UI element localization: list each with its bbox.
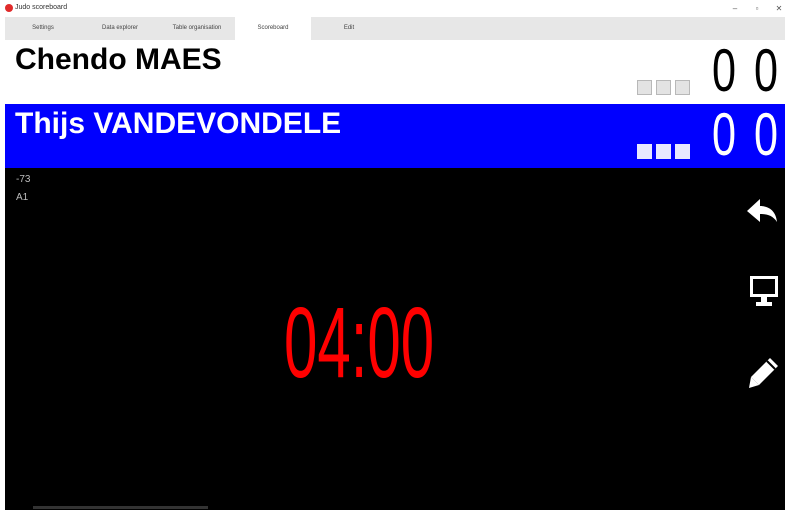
monitor-icon[interactable] bbox=[747, 274, 781, 308]
tab-data-explorer[interactable]: Data explorer bbox=[81, 17, 159, 40]
app-logo-icon bbox=[5, 4, 13, 12]
white-score-wazaari[interactable]: 0 bbox=[754, 38, 778, 104]
weight-category: -73 bbox=[16, 174, 31, 185]
blue-player-row: Thijs VANDEVONDELE 0 0 bbox=[5, 102, 785, 168]
minimize-button[interactable]: – bbox=[724, 2, 746, 15]
blue-score-wazaari[interactable]: 0 bbox=[754, 102, 778, 168]
white-penalty-box-2[interactable] bbox=[656, 80, 671, 95]
white-penalty-box-3[interactable] bbox=[675, 80, 690, 95]
bottom-divider bbox=[33, 506, 208, 509]
tab-scoreboard[interactable]: Scoreboard bbox=[235, 17, 311, 40]
tab-table-organisation[interactable]: Table organisation bbox=[159, 17, 235, 40]
pencil-icon[interactable] bbox=[747, 356, 781, 390]
blue-penalty-box-1[interactable] bbox=[637, 144, 652, 159]
tab-edit[interactable]: Edit bbox=[311, 17, 387, 40]
blue-score-ippon[interactable]: 0 bbox=[712, 102, 736, 168]
blue-penalty-box-2[interactable] bbox=[656, 144, 671, 159]
close-button[interactable]: ✕ bbox=[768, 2, 790, 15]
title-bar: Judo scoreboard – ▫ ✕ bbox=[0, 0, 790, 17]
white-player-row: Chendo MAES 0 0 bbox=[5, 38, 785, 104]
mat-label: A1 bbox=[16, 192, 29, 203]
window-title: Judo scoreboard bbox=[15, 4, 68, 11]
match-panel: -73 A1 04:00 bbox=[5, 168, 785, 510]
undo-icon[interactable] bbox=[745, 194, 779, 228]
white-player-name: Chendo MAES bbox=[15, 43, 222, 76]
white-score-ippon[interactable]: 0 bbox=[712, 38, 736, 104]
tab-settings[interactable]: Settings bbox=[5, 17, 81, 40]
white-penalty-box-1[interactable] bbox=[637, 80, 652, 95]
blue-penalty-box-3[interactable] bbox=[675, 144, 690, 159]
match-timer[interactable]: 04:00 bbox=[284, 288, 434, 398]
tab-bar: Settings Data explorer Table organisatio… bbox=[5, 17, 785, 40]
blue-player-name: Thijs VANDEVONDELE bbox=[15, 107, 342, 140]
maximize-button[interactable]: ▫ bbox=[746, 2, 768, 15]
